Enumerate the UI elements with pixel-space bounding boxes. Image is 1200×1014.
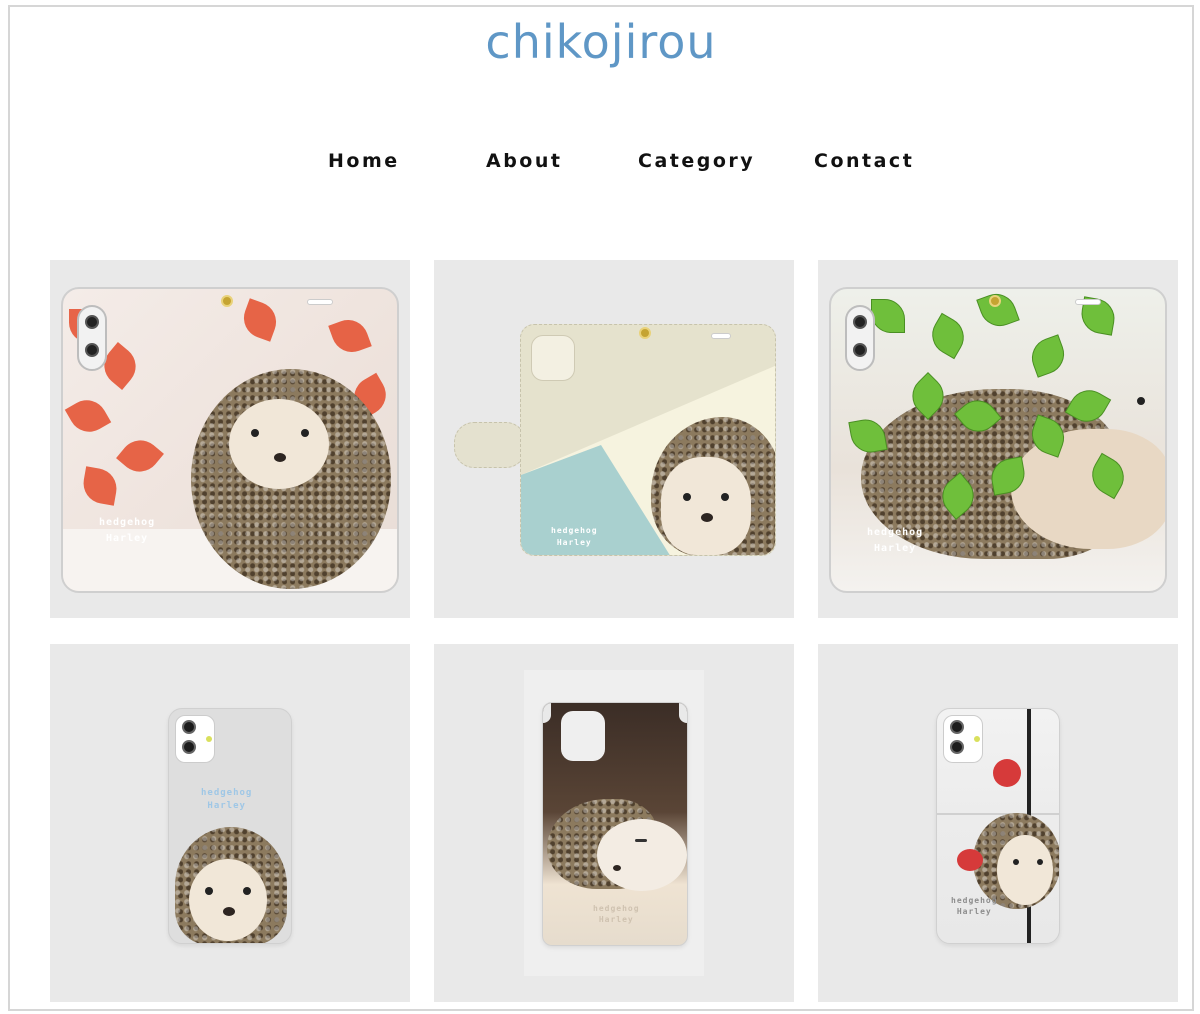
nav-contact[interactable]: Contact bbox=[814, 150, 914, 172]
product-image: hedgehog Harley bbox=[542, 702, 688, 946]
product-tile-3[interactable]: hedgehog Harley bbox=[818, 260, 1178, 618]
product-tile-6[interactable]: hedgehog Harley bbox=[818, 644, 1178, 1002]
product-label: hedgehog Harley bbox=[593, 904, 640, 924]
site-title[interactable]: chikojirou bbox=[10, 15, 1192, 69]
nav-category[interactable]: Category bbox=[638, 150, 755, 172]
page-frame: chikojirou Home About Category Contact h… bbox=[8, 5, 1194, 1011]
product-tile-4[interactable]: hedgehog Harley bbox=[50, 644, 410, 1002]
nav-about[interactable]: About bbox=[486, 150, 562, 172]
product-label: hedgehog Harley bbox=[551, 526, 598, 547]
product-label: hedgehog Harley bbox=[201, 788, 253, 811]
product-image bbox=[454, 422, 526, 468]
product-label: hedgehog Harley bbox=[951, 896, 998, 916]
product-image: hedgehog Harley bbox=[168, 708, 292, 944]
product-label: hedgehog Harley bbox=[867, 527, 924, 554]
product-image: hedgehog Harley bbox=[936, 708, 1060, 944]
product-tile-5[interactable]: hedgehog Harley bbox=[434, 644, 794, 1002]
main-nav: Home About Category Contact bbox=[10, 150, 1192, 180]
product-image: hedgehog Harley bbox=[829, 287, 1167, 593]
nav-home[interactable]: Home bbox=[328, 150, 400, 172]
product-image: hedgehog Harley bbox=[520, 324, 776, 556]
product-tile-1[interactable]: hedgehog Harley bbox=[50, 260, 410, 618]
product-tile-2[interactable]: hedgehog Harley bbox=[434, 260, 794, 618]
product-label: hedgehog Harley bbox=[99, 517, 156, 544]
product-image: hedgehog Harley bbox=[61, 287, 399, 593]
